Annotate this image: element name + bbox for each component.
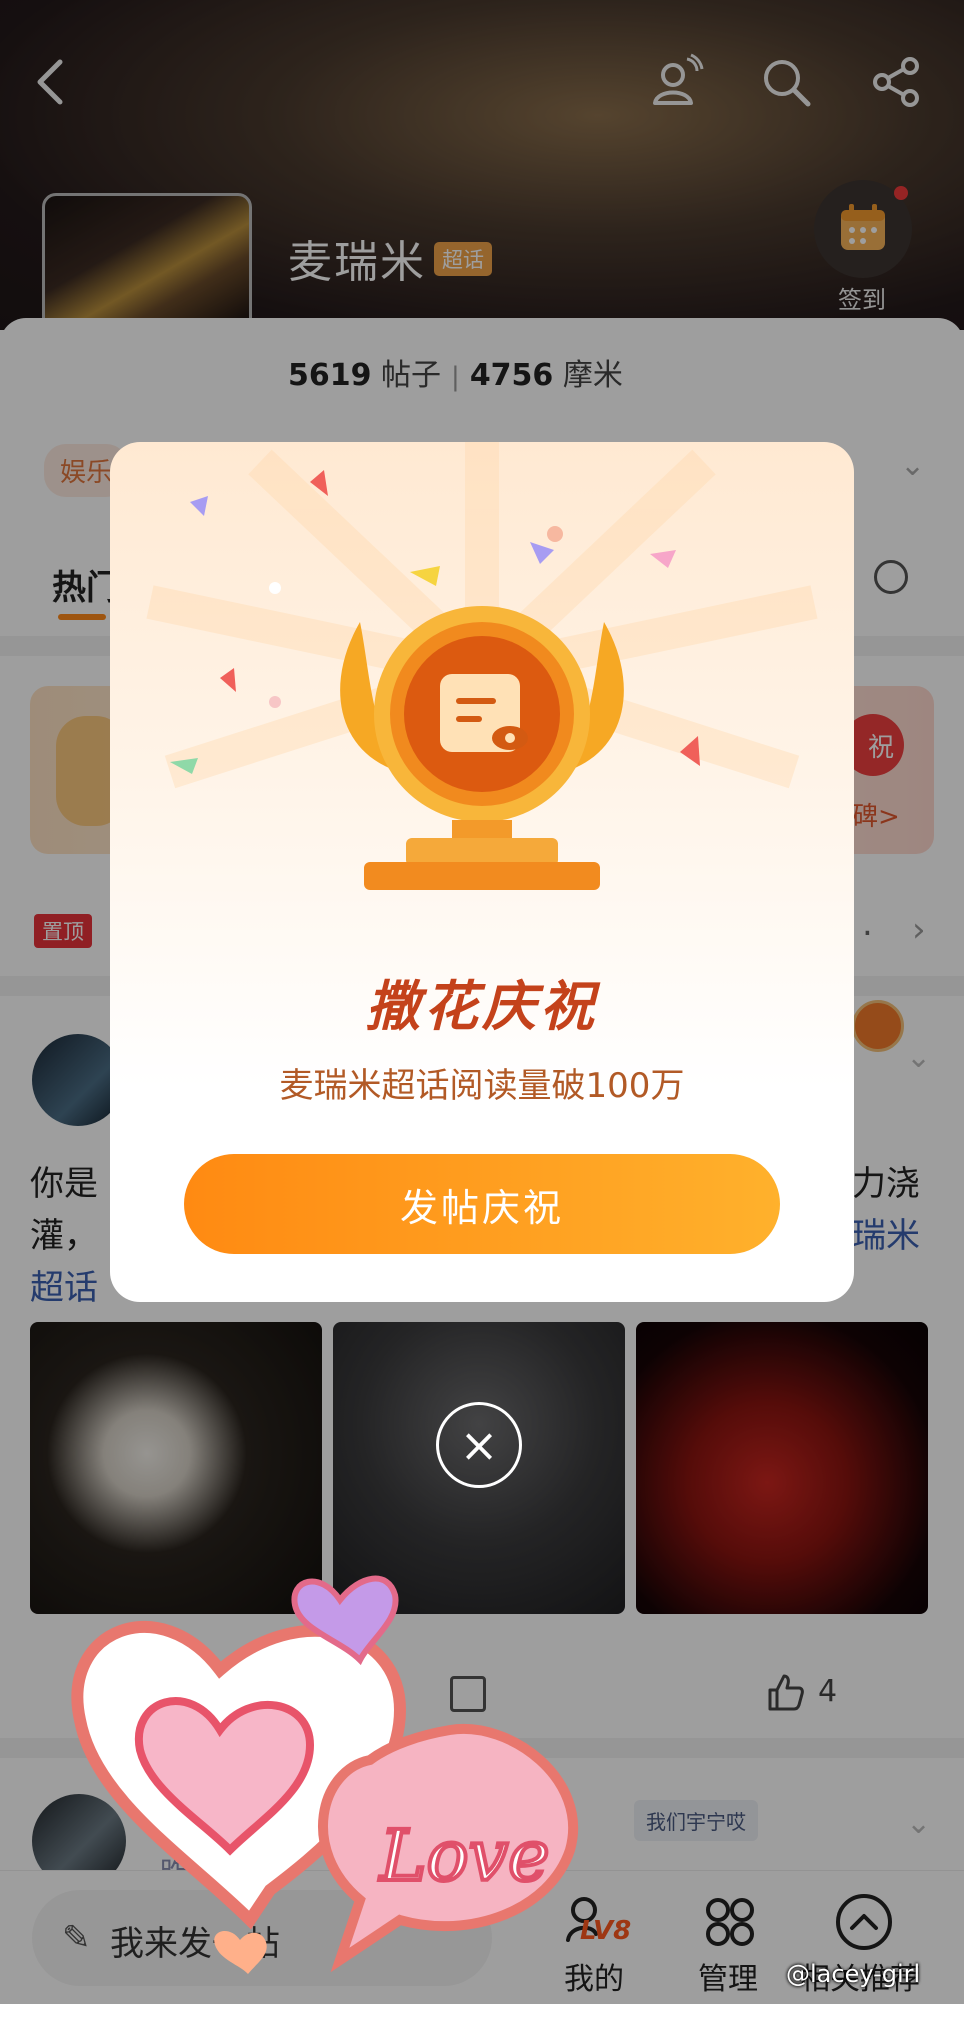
post-celebrate-button[interactable]: 发帖庆祝	[184, 1154, 780, 1254]
love-heart-sticker: Love	[71, 1575, 579, 1974]
dialog-subtitle: 麦瑞米超话阅读量破100万	[279, 1066, 685, 1106]
watermark: @lacey-girl	[786, 1960, 921, 1988]
dialog-close-button[interactable]: ×	[436, 1402, 522, 1488]
dialog-title: 撒花庆祝	[366, 975, 598, 1038]
celebration-dialog: 撒花庆祝 麦瑞米超话阅读量破100万 发帖庆祝	[110, 442, 854, 1302]
sticker-love-text: Love	[378, 1815, 550, 1897]
trophy-icon	[146, 442, 818, 890]
